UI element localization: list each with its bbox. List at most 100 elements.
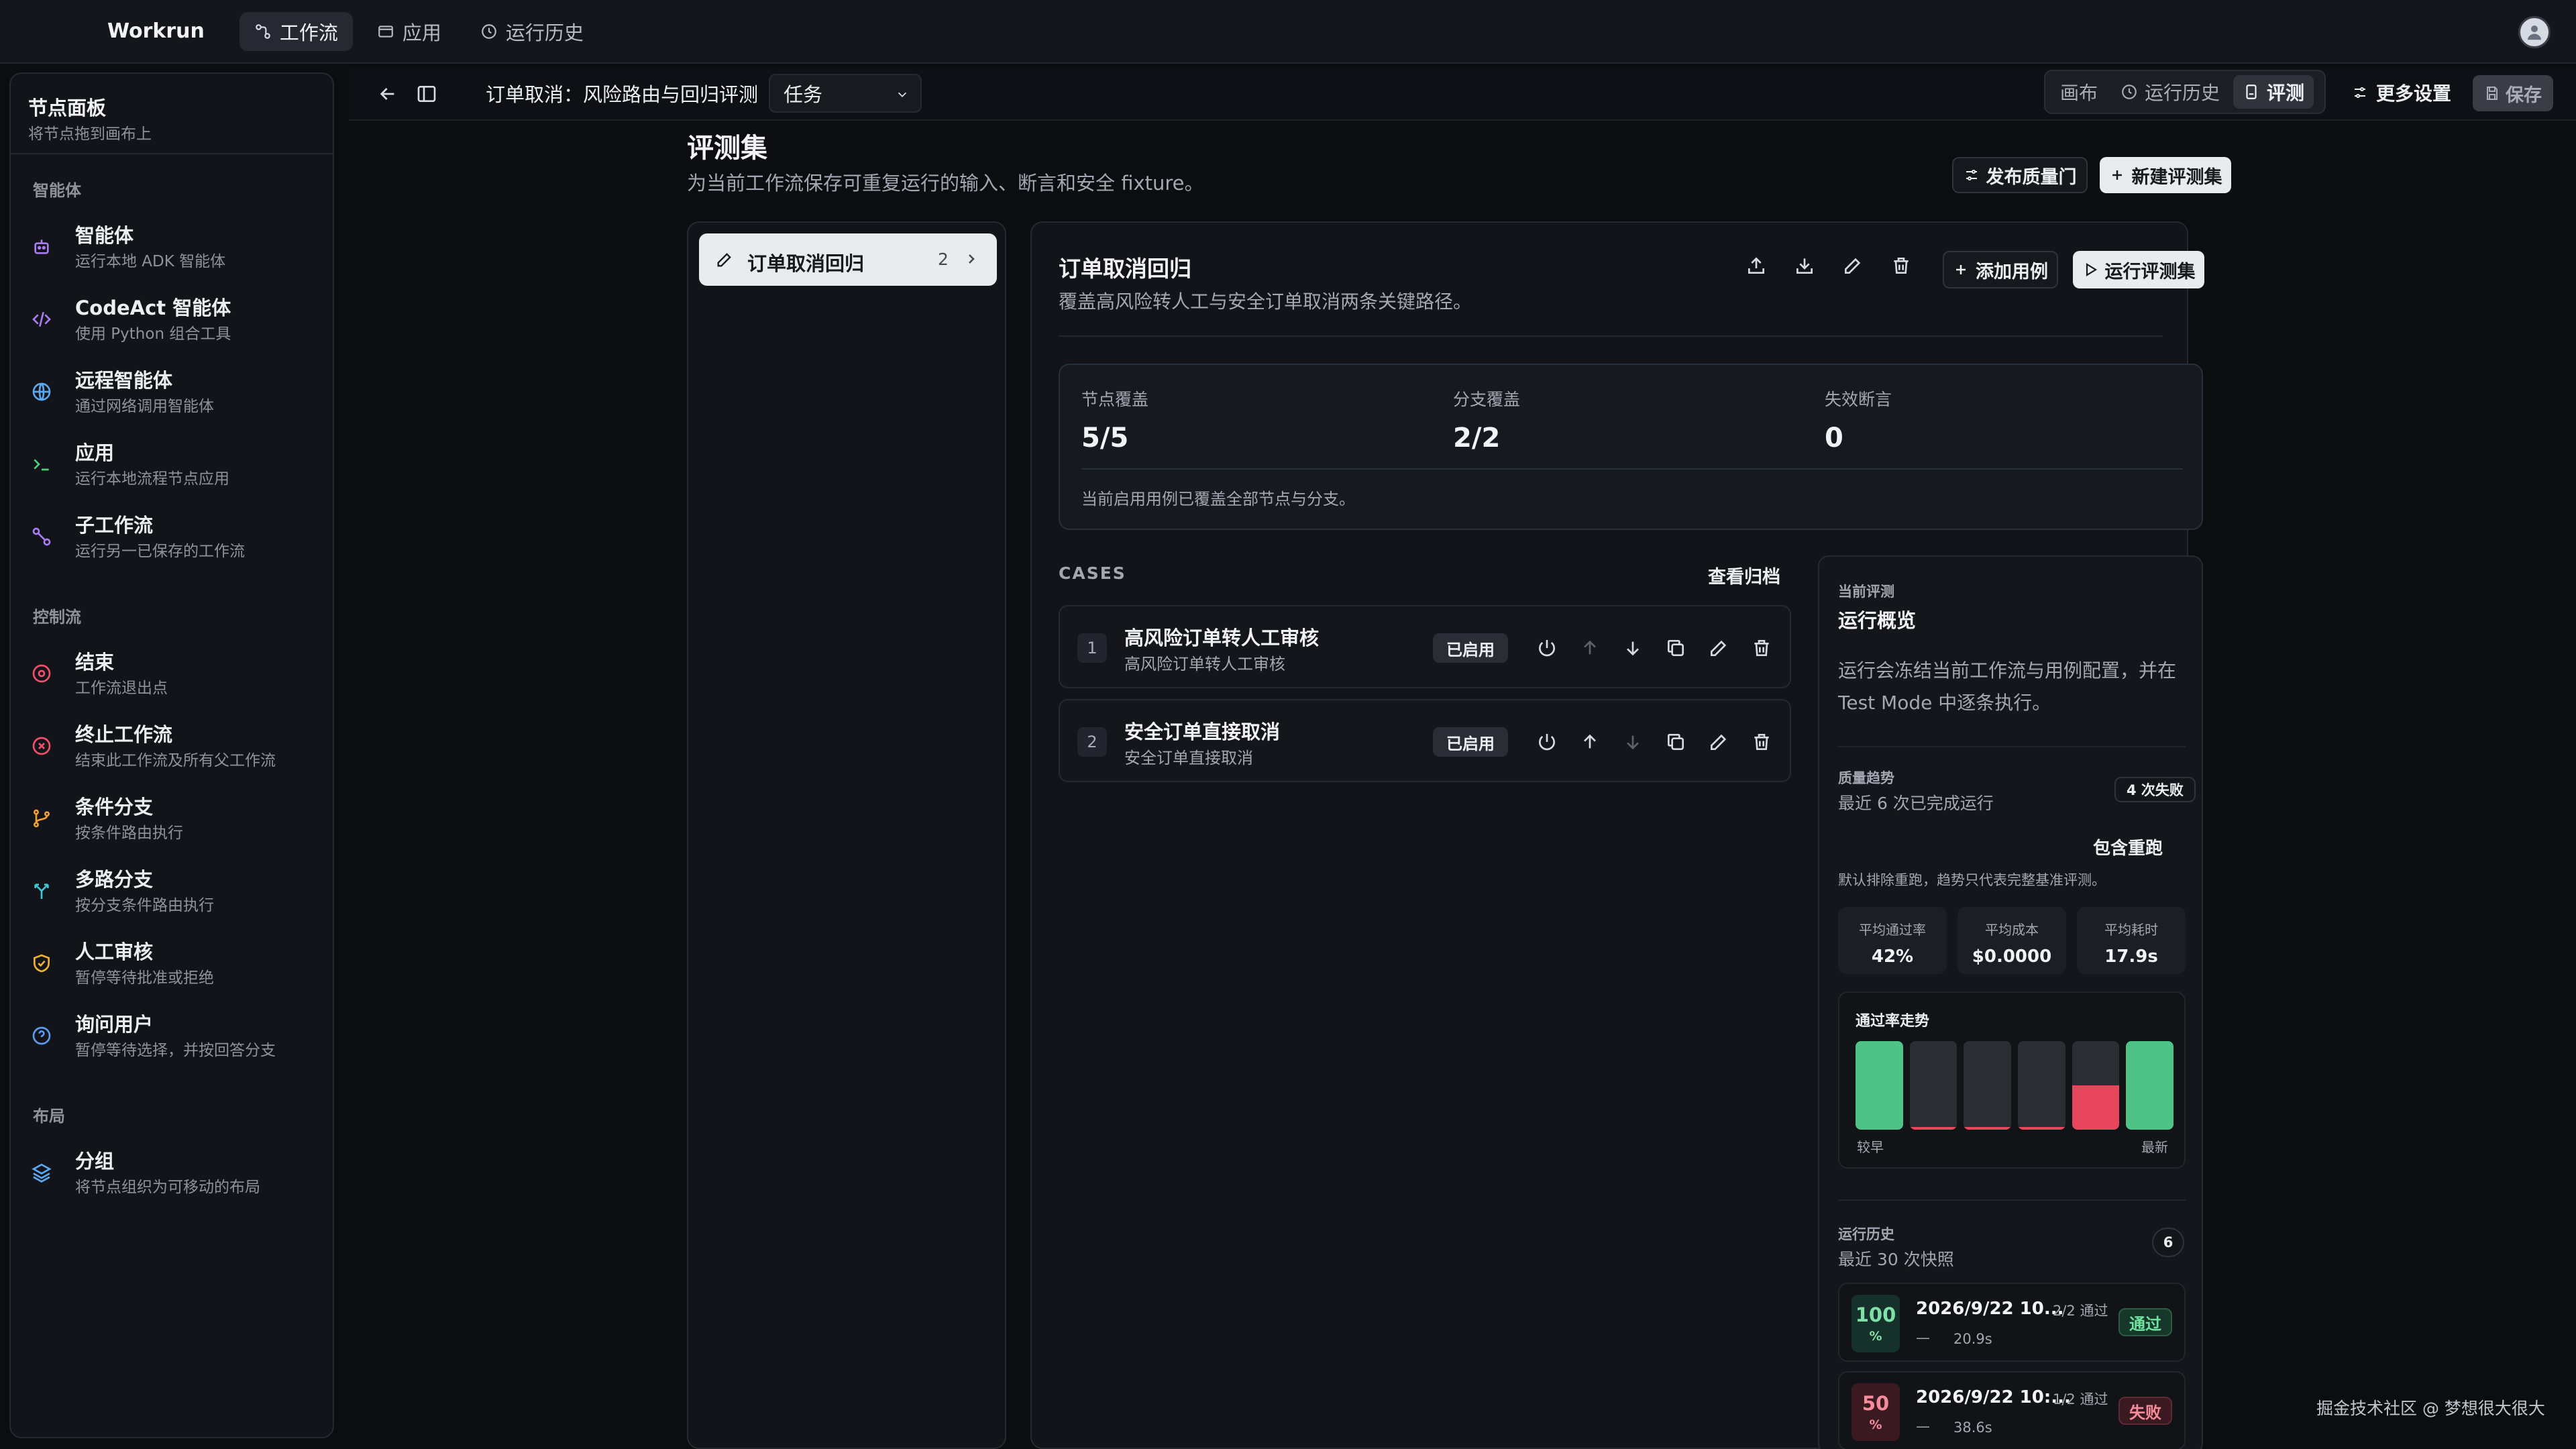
metric-cost: 平均成本 $0.0000 [1957, 907, 2066, 974]
run-pass-rate-value: 100 [1855, 1303, 1896, 1326]
run-status-badge: 通过 [2118, 1308, 2172, 1336]
app-icon [378, 25, 393, 38]
x-circle-icon [31, 735, 52, 757]
trend-bar [1964, 1041, 2011, 1130]
nav-history[interactable]: 运行历史 [466, 12, 598, 51]
node-item-codeact[interactable]: CodeAct 智能体 使用 Python 组合工具 [31, 292, 319, 360]
section-control-flow: 控制流 [33, 608, 81, 627]
node-coverage-value: 5/5 [1081, 423, 1129, 453]
duplicate-case-button[interactable] [1662, 635, 1689, 661]
pencil-icon [1711, 734, 1727, 750]
toggle-panel-button[interactable] [413, 80, 440, 107]
node-item-human-review[interactable]: 人工审核 暂停等待批准或拒绝 [31, 936, 319, 1004]
new-eval-set-label: 新建评测集 [2131, 166, 2222, 188]
node-item-ask-user[interactable]: 询问用户 暂停等待选择，并按回答分支 [31, 1009, 319, 1076]
branch-coverage-value: 2/2 [1453, 423, 1501, 453]
view-eval[interactable]: 评测 [2233, 75, 2314, 109]
move-down-button[interactable] [1619, 729, 1646, 755]
add-case-button[interactable]: 添加用例 [1943, 251, 2058, 288]
chevron-right-icon [969, 254, 975, 264]
node-item-condition[interactable]: 条件分支 按条件路由执行 [31, 792, 319, 859]
node-item-end[interactable]: 结束 工作流退出点 [31, 647, 319, 714]
node-item-terminate[interactable]: 终止工作流 结束此工作流及所有父工作流 [31, 719, 319, 786]
node-item-name: 结束 [75, 651, 115, 674]
trend-bar-fill [2072, 1085, 2120, 1130]
more-settings-label: 更多设置 [2376, 83, 2452, 105]
include-rerun-toggle[interactable]: 包含重跑 [2093, 835, 2163, 859]
export-button[interactable] [1743, 252, 1770, 279]
new-eval-set-button[interactable]: 新建评测集 [2100, 157, 2231, 193]
case-row[interactable]: 1 高风险订单转人工审核 高风险订单转人工审核 已启用 [1059, 605, 1791, 688]
view-run-history[interactable]: 运行历史 [2111, 75, 2229, 109]
sidebar-toggle-icon [417, 86, 436, 102]
node-item-agent[interactable]: 智能体 运行本地 ADK 智能体 [31, 220, 319, 287]
nav-app[interactable]: 应用 [362, 12, 456, 51]
mode-select[interactable]: 任务 [769, 74, 922, 113]
view-switch: 画布 运行历史 评测 [2044, 70, 2326, 114]
edit-case-button[interactable] [1705, 729, 1732, 755]
branch-icon [31, 808, 52, 829]
run-history-item[interactable]: 50 % 2026/9/22 10:... 1/2 通过 — 38.6s 失败 [1838, 1371, 2186, 1449]
delete-case-button[interactable] [1748, 635, 1775, 661]
user-avatar[interactable] [2518, 16, 2551, 48]
brand-name[interactable]: Workrun [107, 19, 205, 43]
coverage-card: 节点覆盖 5/5 分支覆盖 2/2 失效断言 0 当前启用用例已覆盖全部节点与分… [1059, 364, 2203, 530]
run-history-item[interactable]: 100 % 2026/9/22 10... 2/2 通过 — 20.9s 通过 [1838, 1283, 2186, 1362]
eval-set-item[interactable]: 订单取消回归 2 [699, 233, 997, 286]
node-item-name: 人工审核 [75, 941, 154, 963]
more-settings-button[interactable]: 更多设置 [2352, 79, 2451, 106]
trash-icon [1754, 734, 1769, 750]
case-status-badge: 已启用 [1433, 633, 1508, 663]
page-subtitle: 为当前工作流保存可重复运行的输入、断言和安全 fixture。 [687, 172, 1204, 195]
failed-assertions: 失效断言 0 [1825, 386, 1892, 453]
node-item-multi-branch[interactable]: 多路分支 按分支条件路由执行 [31, 864, 319, 931]
run-eval-set-button[interactable]: 运行评测集 [2073, 251, 2204, 288]
publish-gate-button[interactable]: 发布质量门 [1952, 157, 2088, 193]
delete-case-button[interactable] [1748, 729, 1775, 755]
node-item-group[interactable]: 分组 将节点组织为可移动的布局 [31, 1146, 319, 1213]
node-coverage: 节点覆盖 5/5 [1081, 386, 1148, 453]
case-row[interactable]: 2 安全订单直接取消 安全订单直接取消 已启用 [1059, 699, 1791, 782]
view-canvas[interactable]: 画布 [2051, 75, 2107, 109]
node-item-subworkflow[interactable]: 子工作流 运行另一已保存的工作流 [31, 510, 319, 577]
arrow-down-icon [1627, 641, 1639, 656]
toggle-case-button[interactable] [1534, 635, 1560, 661]
eval-icon [2246, 85, 2257, 99]
move-up-button[interactable] [1576, 729, 1603, 755]
case-number: 1 [1077, 633, 1107, 663]
node-item-name: 远程智能体 [75, 369, 173, 392]
import-button[interactable] [1791, 252, 1818, 279]
quality-trend-kicker: 质量趋势 [1838, 770, 1894, 786]
edit-case-button[interactable] [1705, 635, 1732, 661]
nav-workflow[interactable]: 工作流 [239, 11, 353, 51]
rerun-note: 默认排除重跑，趋势只代表完整基准评测。 [1838, 872, 2106, 888]
power-icon [1539, 640, 1555, 657]
edit-set-button[interactable] [1839, 252, 1866, 279]
save-button[interactable]: 保存 [2473, 75, 2553, 111]
duplicate-case-button[interactable] [1662, 729, 1689, 755]
back-button[interactable] [374, 80, 401, 107]
divider [1838, 1199, 2186, 1201]
case-name: 安全订单直接取消 [1124, 720, 1281, 743]
chevron-down-icon [898, 92, 907, 98]
run-ratio: 1/2 通过 [2053, 1391, 2108, 1407]
trend-bars [1856, 1041, 2174, 1130]
quality-trend-sub: 最近 6 次已完成运行 [1838, 794, 1994, 813]
workflow-title-input[interactable]: 订单取消：风险路由与回归评测 [479, 74, 758, 113]
node-item-remote-agent[interactable]: 远程智能体 通过网络调用智能体 [31, 365, 319, 432]
node-item-app[interactable]: 应用 运行本地流程节点应用 [31, 437, 319, 504]
copy-icon [1668, 640, 1684, 656]
move-up-button[interactable] [1576, 635, 1603, 661]
node-item-name: 智能体 [75, 224, 134, 247]
view-archive-link[interactable]: 查看归档 [1708, 562, 1780, 588]
arrow-up-icon [1584, 734, 1596, 749]
terminal-icon [31, 453, 52, 475]
move-down-button[interactable] [1619, 635, 1646, 661]
toggle-case-button[interactable] [1534, 729, 1560, 755]
run-duration: 38.6s [1953, 1419, 1992, 1436]
code-icon [31, 309, 52, 330]
eval-set-name: 订单取消回归 [747, 252, 865, 275]
run-overview-panel: 当前评测 运行概览 运行会冻结当前工作流与用例配置，并在 Test Mode 中… [1818, 555, 2203, 1449]
page-title: 评测集 [687, 133, 767, 164]
delete-set-button[interactable] [1888, 252, 1915, 279]
